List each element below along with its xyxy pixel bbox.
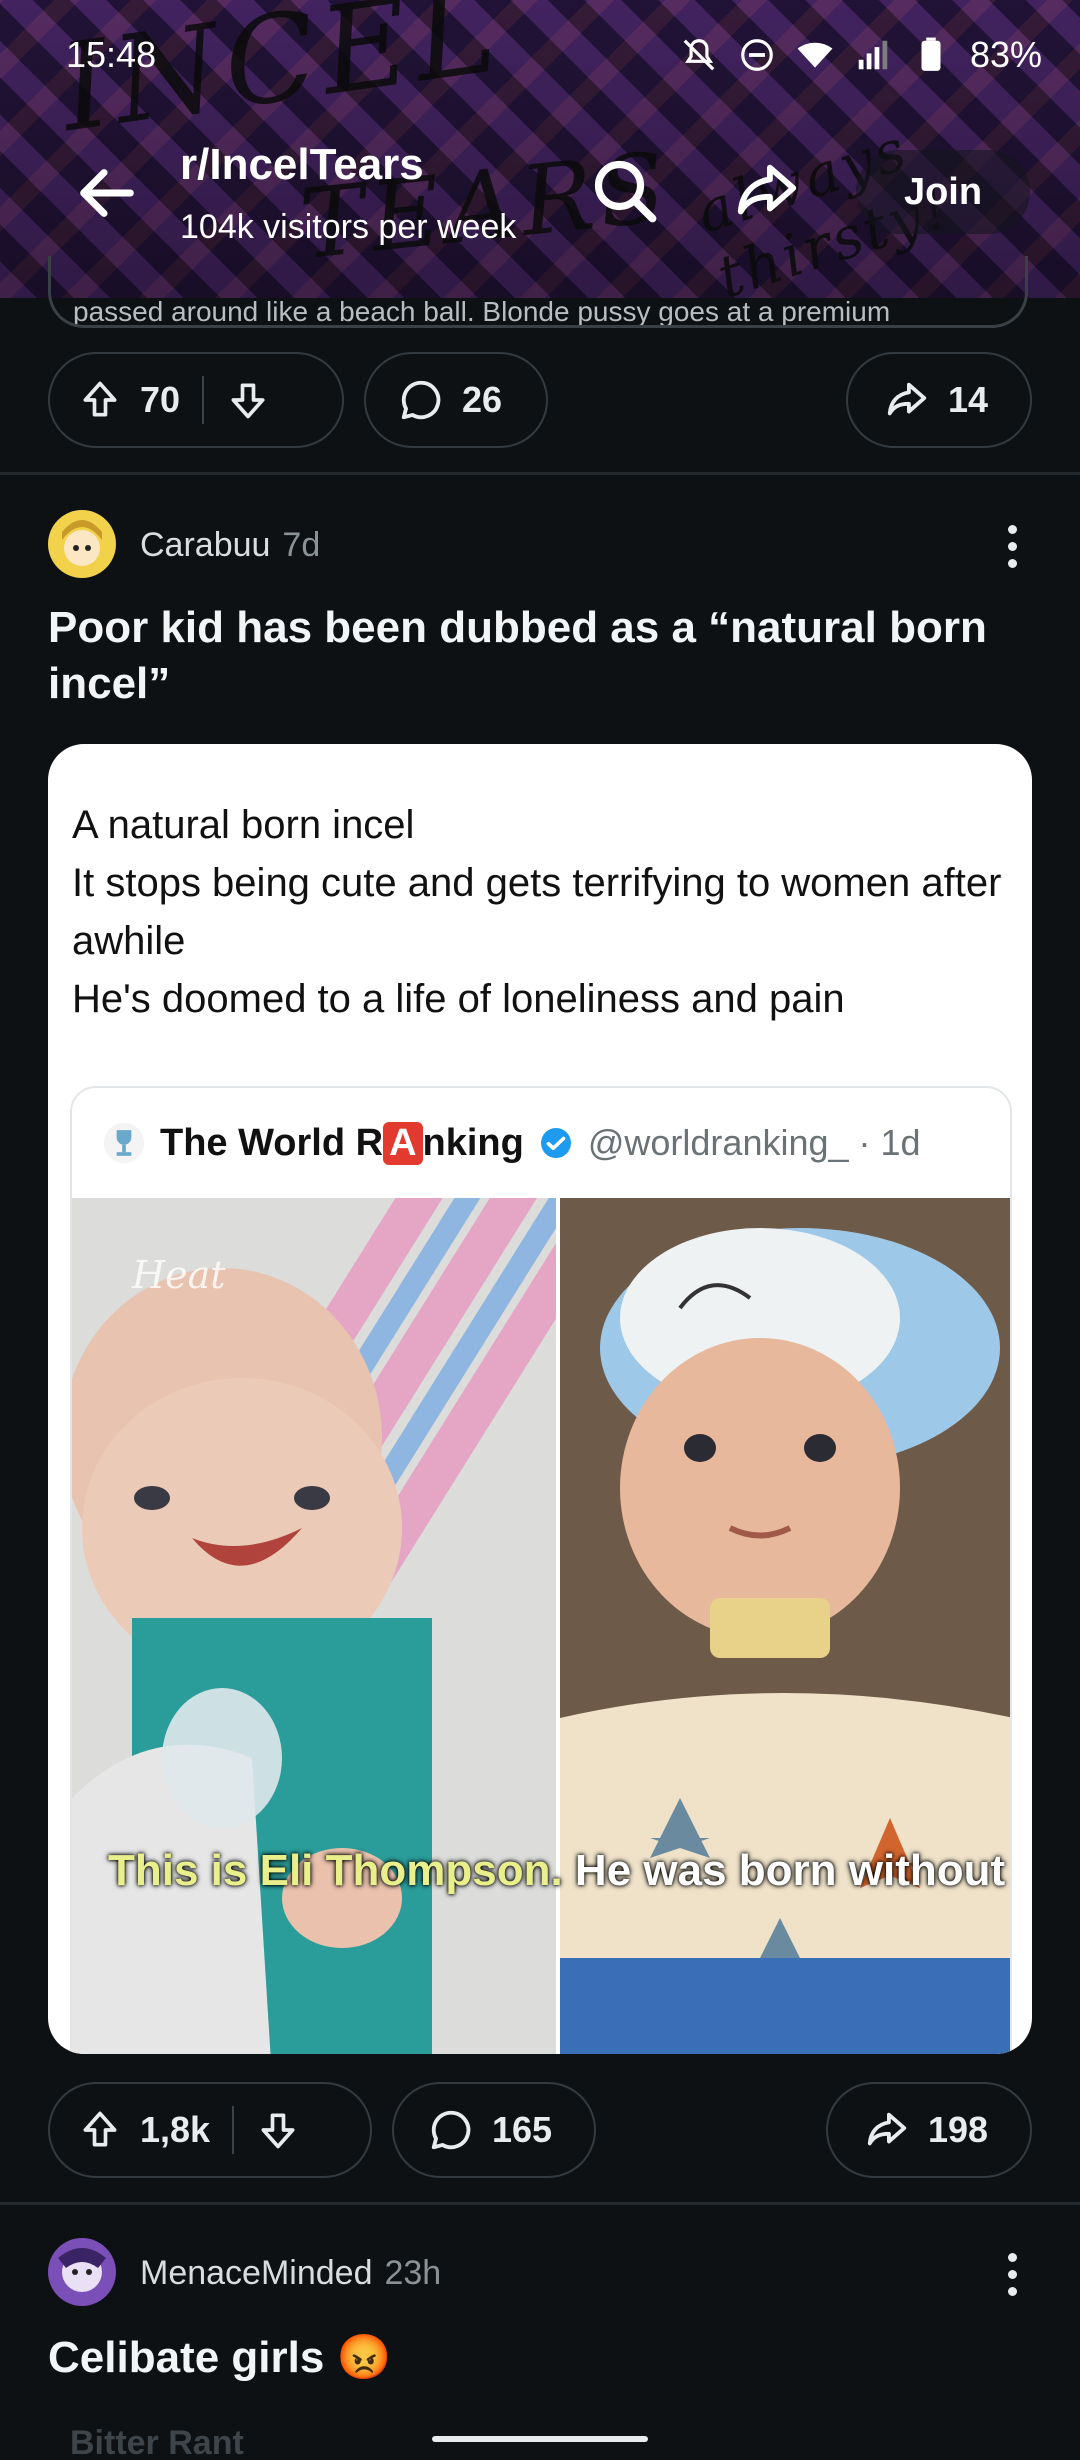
share-count: 14 <box>948 379 989 420</box>
back-arrow-icon[interactable] <box>72 158 142 228</box>
notifications-off-icon <box>683 39 715 71</box>
previous-post-actions: 70 26 14 <box>0 352 1080 448</box>
comments-button[interactable]: 26 <box>364 352 548 448</box>
share-count: 198 <box>928 2109 989 2150</box>
subreddit-visitors: 104k visitors per week <box>180 208 517 246</box>
subreddit-header: r/IncelTears 104k visitors per week Join <box>0 120 1080 270</box>
next-post-header: MenaceMinded 23h <box>48 2234 1032 2314</box>
caption-highlight: This is Eli Thompson. <box>108 1846 563 1895</box>
upvote-count: 1,8k <box>140 2109 211 2150</box>
comment-count: 26 <box>462 379 503 420</box>
post-author[interactable]: Carabuu 7d <box>140 526 320 565</box>
quoted-handle: @worldranking_ · 1d <box>587 1122 921 1163</box>
post-actions: 1,8k 165 198 <box>0 2082 1080 2178</box>
post-separator <box>0 2202 1080 2205</box>
comment-icon <box>401 380 441 420</box>
verified-badge-icon <box>540 1128 571 1158</box>
status-time: 15:48 <box>66 34 157 75</box>
comment-icon <box>431 2110 471 2150</box>
downvote-icon[interactable] <box>256 2108 300 2152</box>
wifi-icon <box>797 42 833 68</box>
share-button[interactable]: 14 <box>846 352 1032 448</box>
quoted-account-name: The World R Anking <box>160 1121 524 1165</box>
status-bar: 15:48 83% <box>0 30 1080 80</box>
more-options-icon[interactable] <box>992 516 1032 576</box>
tweet-text: A natural born incel It stops being cute… <box>72 803 1002 1021</box>
post-age: 7d <box>282 526 321 564</box>
previous-post-snippet: passed around like a beach ball. Blonde … <box>73 296 891 327</box>
share-icon[interactable] <box>732 156 802 226</box>
comment-count: 165 <box>492 2109 553 2150</box>
subreddit-name[interactable]: r/IncelTears <box>180 140 424 190</box>
post-header: Carabuu 7d <box>48 506 1032 586</box>
author-name[interactable]: MenaceMinded <box>140 2254 372 2292</box>
caption-rest: He was born without <box>562 1846 1006 1895</box>
author-name[interactable]: Carabuu <box>140 526 270 564</box>
photo-watermark: Heat <box>131 1253 226 1297</box>
more-options-icon[interactable] <box>992 2244 1032 2304</box>
post-author[interactable]: MenaceMinded 23h <box>140 2254 441 2293</box>
share-button[interactable]: 198 <box>826 2082 1032 2178</box>
quoted-tweet-header: The World R Anking @worldranking_ · 1d <box>72 1088 1010 1198</box>
trophy-avatar-icon <box>103 1122 145 1164</box>
author-avatar[interactable] <box>48 510 116 578</box>
do-not-disturb-icon <box>741 39 773 71</box>
vote-divider <box>202 376 205 424</box>
home-indicator[interactable] <box>432 2436 648 2442</box>
battery-icon <box>921 37 941 71</box>
next-post-flair-peek: Bitter Rant <box>70 2424 244 2460</box>
post-title[interactable]: Poor kid has been dubbed as a “natural b… <box>48 600 1038 712</box>
post-image[interactable]: A natural born incel It stops being cute… <box>48 744 1032 2054</box>
photo-caption: This is Eli Thompson. He was born withou… <box>72 1846 1010 1896</box>
upvote-count: 70 <box>140 379 181 420</box>
vote-control: 1,8k <box>48 2082 372 2178</box>
quoted-name-part-b: nking <box>422 1121 524 1164</box>
baby-photo-left: Heat <box>72 1198 556 2054</box>
battery-percent: 83% <box>969 34 1042 75</box>
upvote-icon[interactable] <box>78 378 122 422</box>
quoted-name-part-a: The World R <box>160 1121 384 1164</box>
signal-icon <box>858 40 888 70</box>
upvote-icon[interactable] <box>78 2108 122 2152</box>
quoted-tweet: The World R Anking @worldranking_ · 1d H… <box>70 1086 1012 2054</box>
post-separator <box>0 472 1080 475</box>
vote-divider <box>232 2106 235 2154</box>
comments-button[interactable]: 165 <box>392 2082 596 2178</box>
search-icon[interactable] <box>588 154 660 226</box>
baby-photo-right <box>560 1198 1010 2054</box>
downvote-icon[interactable] <box>226 378 270 422</box>
join-button[interactable]: Join <box>856 150 1030 234</box>
post-age: 23h <box>384 2254 442 2292</box>
next-post-title[interactable]: Celibate girls 😡 <box>48 2330 1038 2386</box>
vote-control: 70 <box>48 352 344 448</box>
share-icon <box>887 382 927 416</box>
share-icon <box>867 2112 907 2146</box>
quoted-name-boxed-letter: A <box>383 1121 423 1165</box>
author-avatar[interactable] <box>48 2238 116 2306</box>
